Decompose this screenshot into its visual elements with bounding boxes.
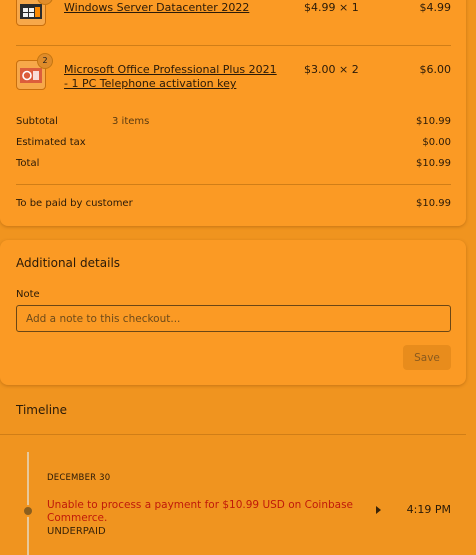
office-product-icon (20, 68, 42, 83)
timeline-divider (0, 434, 466, 435)
windows-server-product-icon (20, 4, 42, 19)
timeline-event-message: Unable to process a payment for $10.99 U… (47, 499, 354, 524)
total-row: Total $10.99 (16, 158, 451, 172)
total-value: $10.99 (416, 158, 451, 169)
subtotal-label: Subtotal (16, 116, 58, 127)
total-label: Total (16, 158, 40, 169)
divider (16, 45, 451, 46)
order-summary-card (0, 0, 466, 226)
save-button[interactable]: Save (403, 345, 451, 370)
subtotal-item-count: 3 items (112, 116, 150, 127)
timeline-title: Timeline (16, 403, 68, 417)
customer-payment-value: $10.99 (416, 198, 451, 209)
tax-value: $0.00 (422, 137, 451, 148)
divider (16, 184, 451, 185)
note-input[interactable] (16, 305, 451, 332)
tax-row: Estimated tax $0.00 (16, 137, 451, 151)
customer-payment-label: To be paid by customer (16, 198, 133, 209)
line-item: 2 Microsoft Office Professional Plus 202… (0, 53, 466, 95)
note-label: Note (16, 289, 40, 300)
unit-price: $3.00 × 2 (304, 63, 359, 76)
subtotal-value: $10.99 (416, 116, 451, 127)
quantity-badge: 2 (37, 53, 53, 69)
customer-payment-row: To be paid by customer $10.99 (16, 198, 451, 212)
line-total: $4.99 (419, 1, 452, 14)
timeline-date: DECEMBER 30 (47, 473, 111, 483)
additional-details-title: Additional details (16, 256, 121, 270)
line-total: $6.00 (419, 63, 452, 76)
subtotal-row: Subtotal 3 items $10.99 (16, 116, 451, 130)
unit-price: $4.99 × 1 (304, 1, 359, 14)
expand-caret-icon[interactable] (376, 506, 381, 514)
product-thumbnail: 1 (16, 0, 53, 26)
product-thumbnail: 2 (16, 53, 53, 90)
timeline-event-status: UNDERPAID (47, 526, 106, 537)
timeline-event-dot (22, 505, 34, 517)
timeline-event-time: 4:19 PM (406, 503, 451, 516)
product-link[interactable]: Windows Server Datacenter 2022 (64, 1, 284, 15)
tax-label: Estimated tax (16, 137, 86, 148)
product-link[interactable]: Microsoft Office Professional Plus 2021 … (64, 63, 284, 91)
line-item: 1 Windows Server Datacenter 2022 $4.99 ×… (0, 0, 466, 32)
timeline-line (27, 452, 29, 555)
